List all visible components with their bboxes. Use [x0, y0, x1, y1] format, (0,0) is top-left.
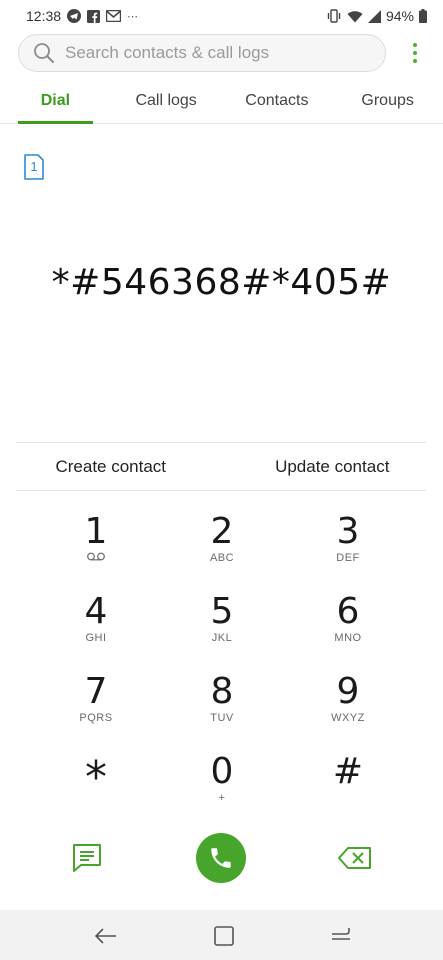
more-options-button[interactable] [404, 40, 426, 66]
key-digit: # [332, 751, 364, 792]
gmail-icon [106, 10, 122, 22]
search-icon [33, 42, 55, 64]
facebook-icon [87, 9, 101, 23]
key-2[interactable]: 2 ABC [162, 512, 282, 582]
key-4[interactable]: 4 GHI [36, 592, 156, 662]
key-digit: 8 [210, 671, 234, 712]
search-bar[interactable] [18, 34, 386, 72]
key-letters: TUV [210, 712, 234, 724]
key-digit: 1 [84, 511, 108, 552]
update-contact-button[interactable]: Update contact [222, 443, 443, 490]
nav-recents-button[interactable] [329, 924, 353, 948]
contact-actions-row: Create contact Update contact [0, 443, 443, 490]
tab-bar: Dial Call logs Contacts Groups [0, 80, 443, 124]
sim-card-icon[interactable]: 1 [24, 154, 44, 180]
back-arrow-icon [95, 928, 116, 944]
key-8[interactable]: 8 TUV [162, 672, 282, 742]
create-contact-button[interactable]: Create contact [0, 443, 222, 490]
key-letters: ABC [209, 552, 235, 564]
key-digit: 4 [84, 591, 108, 632]
recents-icon [332, 928, 350, 940]
key-star[interactable]: * [36, 756, 156, 826]
key-6[interactable]: 6 MNO [288, 592, 408, 662]
tab-contacts[interactable]: Contacts [222, 80, 333, 123]
nav-home-button[interactable] [212, 924, 236, 948]
dialed-number-display[interactable]: *#546368#*405# [0, 262, 443, 303]
key-letters: WXYZ [331, 712, 365, 724]
tab-groups[interactable]: Groups [332, 80, 443, 123]
nav-back-button[interactable] [94, 924, 118, 948]
key-3[interactable]: 3 DEF [288, 512, 408, 582]
key-letters: MNO [334, 632, 362, 644]
key-letters: GHI [85, 632, 107, 644]
divider [16, 490, 426, 491]
key-7[interactable]: 7 PQRS [36, 672, 156, 742]
key-digit: 7 [84, 671, 108, 712]
status-time: 12:38 [26, 8, 62, 24]
home-icon [214, 926, 234, 946]
vibrate-icon [326, 9, 342, 23]
key-digit: 0 [210, 751, 234, 792]
telegram-icon [67, 9, 82, 23]
key-0[interactable]: 0 + [162, 752, 282, 822]
key-letters: DEF [336, 552, 360, 564]
system-navigation-bar [0, 910, 443, 960]
key-digit: 2 [210, 511, 234, 552]
backspace-icon [338, 847, 371, 869]
backspace-button[interactable] [338, 846, 372, 870]
tab-dial[interactable]: Dial [0, 80, 111, 124]
call-button[interactable] [196, 833, 246, 883]
sim-slot-label: 1 [30, 159, 38, 174]
key-hash[interactable]: # [288, 752, 408, 822]
status-bar: 12:38 ⋯ 94% [0, 0, 443, 32]
message-icon [73, 844, 101, 872]
voicemail-icon [36, 551, 156, 565]
key-letters: JKL [211, 632, 233, 644]
more-options-icon [413, 43, 417, 47]
tab-call-logs[interactable]: Call logs [111, 80, 222, 123]
search-input[interactable] [65, 43, 365, 63]
key-digit: * [85, 752, 107, 803]
key-digit: 5 [210, 591, 234, 632]
signal-icon [367, 9, 381, 23]
key-letters: + [218, 792, 226, 804]
more-notifications-icon: ⋯ [127, 10, 139, 23]
key-letters: PQRS [79, 712, 113, 724]
phone-icon [211, 848, 231, 868]
key-digit: 6 [336, 591, 360, 632]
wifi-icon [347, 10, 363, 23]
key-9[interactable]: 9 WXYZ [288, 672, 408, 742]
key-digit: 3 [336, 511, 360, 552]
key-5[interactable]: 5 JKL [162, 592, 282, 662]
battery-percent: 94% [385, 8, 414, 24]
send-message-button[interactable] [72, 843, 102, 873]
key-1[interactable]: 1 [36, 512, 156, 582]
key-digit: 9 [336, 671, 360, 712]
battery-icon [419, 9, 427, 23]
